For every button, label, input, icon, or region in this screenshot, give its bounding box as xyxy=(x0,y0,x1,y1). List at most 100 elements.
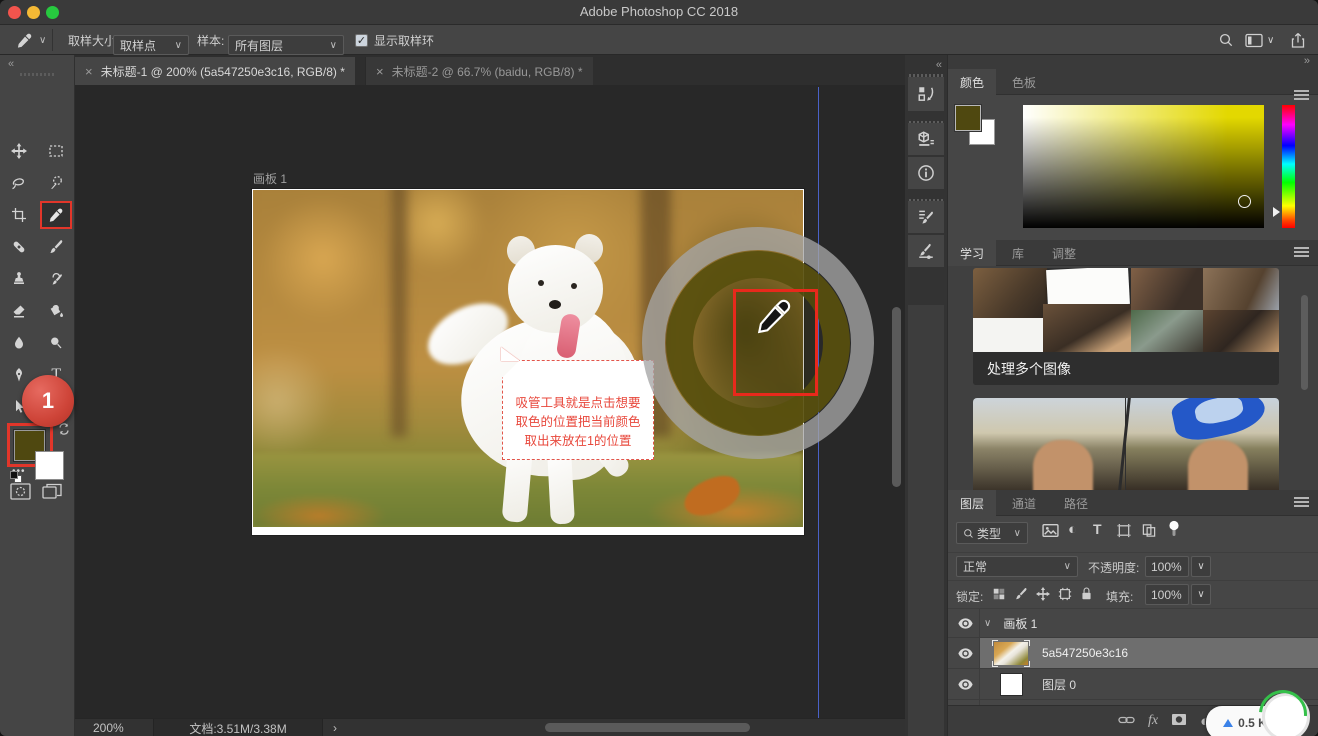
lasso-tool[interactable] xyxy=(5,171,33,195)
canvas-vertical-scrollbar[interactable] xyxy=(892,307,901,487)
visibility-eye-icon[interactable] xyxy=(956,679,974,690)
layer-thumbnail[interactable] xyxy=(992,640,1030,667)
canvas[interactable]: 画板 1 xyxy=(75,85,905,718)
hue-slider[interactable] xyxy=(1282,105,1295,228)
eraser-tool[interactable] xyxy=(5,299,33,323)
learn-card-multiple-images[interactable]: 处理多个图像 xyxy=(973,268,1279,385)
layer-row-image[interactable]: 5a547250e3c16 xyxy=(948,638,1318,668)
workspace-switcher[interactable]: ∨ xyxy=(1245,25,1274,55)
hue-slider-arrow[interactable] xyxy=(1273,207,1280,217)
close-icon[interactable]: × xyxy=(85,64,93,79)
filter-type-dropdown[interactable]: 类型 ∨ xyxy=(956,522,1028,544)
add-mask-button[interactable] xyxy=(1171,713,1187,729)
tab-learn[interactable]: 学习 xyxy=(948,240,996,266)
layer-name[interactable]: 图层 0 xyxy=(1042,676,1076,693)
color-field-cursor[interactable] xyxy=(1238,195,1251,208)
blend-mode-dropdown[interactable]: 正常 ∨ xyxy=(956,556,1078,577)
artboard-label[interactable]: 画板 1 xyxy=(253,170,287,187)
quick-mask-button[interactable] xyxy=(10,483,31,503)
saturation-brightness-field[interactable] xyxy=(1023,105,1264,228)
lock-pixels-button[interactable] xyxy=(1014,587,1028,604)
layer-thumbnail[interactable] xyxy=(1000,673,1023,696)
chevron-down-icon: ∨ xyxy=(322,40,337,51)
learn-card-partial[interactable] xyxy=(973,398,1279,490)
eyedropper-tool-preset[interactable]: ∨ xyxy=(16,25,46,55)
blur-tool[interactable] xyxy=(5,331,33,355)
foreground-color-swatch-small[interactable] xyxy=(955,105,981,131)
tab-channels[interactable]: 通道 xyxy=(1000,490,1048,516)
layers-panel-tabs: 图层 通道 路径 xyxy=(948,490,1318,516)
expand-panels-button[interactable]: « xyxy=(936,59,941,71)
tab-libraries[interactable]: 库 xyxy=(1000,240,1036,266)
opacity-value[interactable]: 100% xyxy=(1145,556,1189,577)
document-tab-1[interactable]: × 未标题-1 @ 200% (5a547250e3c16, RGB/8) * xyxy=(75,57,355,85)
share-button[interactable] xyxy=(1290,25,1306,55)
swap-colors-icon[interactable] xyxy=(58,423,70,438)
tab-layers[interactable]: 图层 xyxy=(948,490,996,516)
document-tab-2[interactable]: × 未标题-2 @ 66.7% (baidu, RGB/8) * xyxy=(365,57,593,85)
filter-type-layers-button[interactable]: T xyxy=(1093,521,1102,537)
tab-swatches[interactable]: 色板 xyxy=(1000,69,1048,95)
dodge-tool[interactable] xyxy=(42,331,70,355)
tab-paths[interactable]: 路径 xyxy=(1052,490,1100,516)
lock-transparency-button[interactable] xyxy=(992,587,1006,604)
layer-row-background[interactable]: 图层 0 xyxy=(948,669,1318,699)
filter-adjustment-layers-button[interactable]: ◐ xyxy=(1068,521,1077,538)
canvas-horizontal-scrollbar[interactable] xyxy=(545,723,750,732)
close-icon[interactable]: × xyxy=(376,64,384,79)
search-button[interactable] xyxy=(1218,25,1234,55)
layer-name[interactable]: 画板 1 xyxy=(1003,615,1037,632)
lock-artboard-button[interactable] xyxy=(1058,587,1072,604)
collapse-panels-button[interactable]: » xyxy=(1304,55,1309,67)
panel-column: » 颜色 色板 学习 库 调整 xyxy=(947,55,1318,736)
background-color-swatch[interactable] xyxy=(35,451,64,480)
tab-color[interactable]: 颜色 xyxy=(948,69,996,95)
move-tool[interactable] xyxy=(5,139,33,163)
checkbox-checked-icon[interactable]: ✓ xyxy=(355,34,368,47)
paint-bucket-tool[interactable] xyxy=(42,299,70,323)
collapse-toolbar-button[interactable]: « xyxy=(8,58,13,70)
show-ring-checkbox[interactable]: ✓ 显示取样环 xyxy=(355,25,434,55)
marquee-tool[interactable] xyxy=(42,139,70,163)
visibility-eye-icon[interactable] xyxy=(956,648,974,659)
quick-selection-tool[interactable] xyxy=(42,171,70,195)
info-panel-button[interactable] xyxy=(908,157,944,189)
tab-adjustments[interactable]: 调整 xyxy=(1040,240,1088,266)
filter-shape-layers-button[interactable] xyxy=(1116,523,1132,541)
brush-tool[interactable] xyxy=(42,235,70,259)
status-expand-chevron[interactable]: › xyxy=(333,721,337,735)
document-area: × 未标题-1 @ 200% (5a547250e3c16, RGB/8) * … xyxy=(75,55,905,736)
toolbar-gripper[interactable] xyxy=(20,73,54,76)
layer-style-button[interactable]: fx xyxy=(1148,713,1158,729)
learn-panel-scrollbar[interactable] xyxy=(1301,295,1308,390)
fill-dropdown-button[interactable]: ∨ xyxy=(1191,584,1211,605)
sample-size-dropdown[interactable]: 取样点∨ xyxy=(113,35,189,55)
clone-stamp-tool[interactable] xyxy=(5,267,33,291)
expand-group-chevron[interactable]: ∨ xyxy=(984,618,991,629)
screen-mode-button[interactable] xyxy=(42,483,62,503)
panel-menu-icon[interactable] xyxy=(1294,501,1309,503)
opacity-dropdown-button[interactable]: ∨ xyxy=(1191,556,1211,577)
properties-panel-button[interactable] xyxy=(908,123,944,155)
eyedropper-tool[interactable] xyxy=(42,203,70,227)
sample-dropdown[interactable]: 所有图层∨ xyxy=(228,35,344,55)
crop-tool[interactable] xyxy=(5,203,33,227)
document-info[interactable]: 文档:3.51M/3.38M xyxy=(153,719,323,736)
fill-value[interactable]: 100% xyxy=(1145,584,1189,605)
layer-filter-toggle[interactable] xyxy=(1168,520,1180,541)
history-brush-tool[interactable] xyxy=(42,267,70,291)
brush-settings-panel-button[interactable] xyxy=(908,201,944,233)
link-layers-button[interactable] xyxy=(1118,714,1135,729)
panel-menu-icon[interactable] xyxy=(1294,251,1309,253)
zoom-level[interactable]: 200% xyxy=(93,721,124,735)
filter-smart-objects-button[interactable] xyxy=(1141,523,1157,541)
lock-all-button[interactable] xyxy=(1080,586,1093,604)
healing-brush-tool[interactable] xyxy=(5,235,33,259)
layer-row-artboard[interactable]: ∨ 画板 1 xyxy=(948,609,1318,637)
brushes-panel-button[interactable] xyxy=(908,235,944,267)
visibility-eye-icon[interactable] xyxy=(956,618,974,629)
history-panel-button[interactable] xyxy=(908,77,944,111)
filter-pixel-layers-button[interactable] xyxy=(1042,523,1059,541)
lock-position-button[interactable] xyxy=(1036,587,1050,604)
layer-name[interactable]: 5a547250e3c16 xyxy=(1042,646,1128,660)
